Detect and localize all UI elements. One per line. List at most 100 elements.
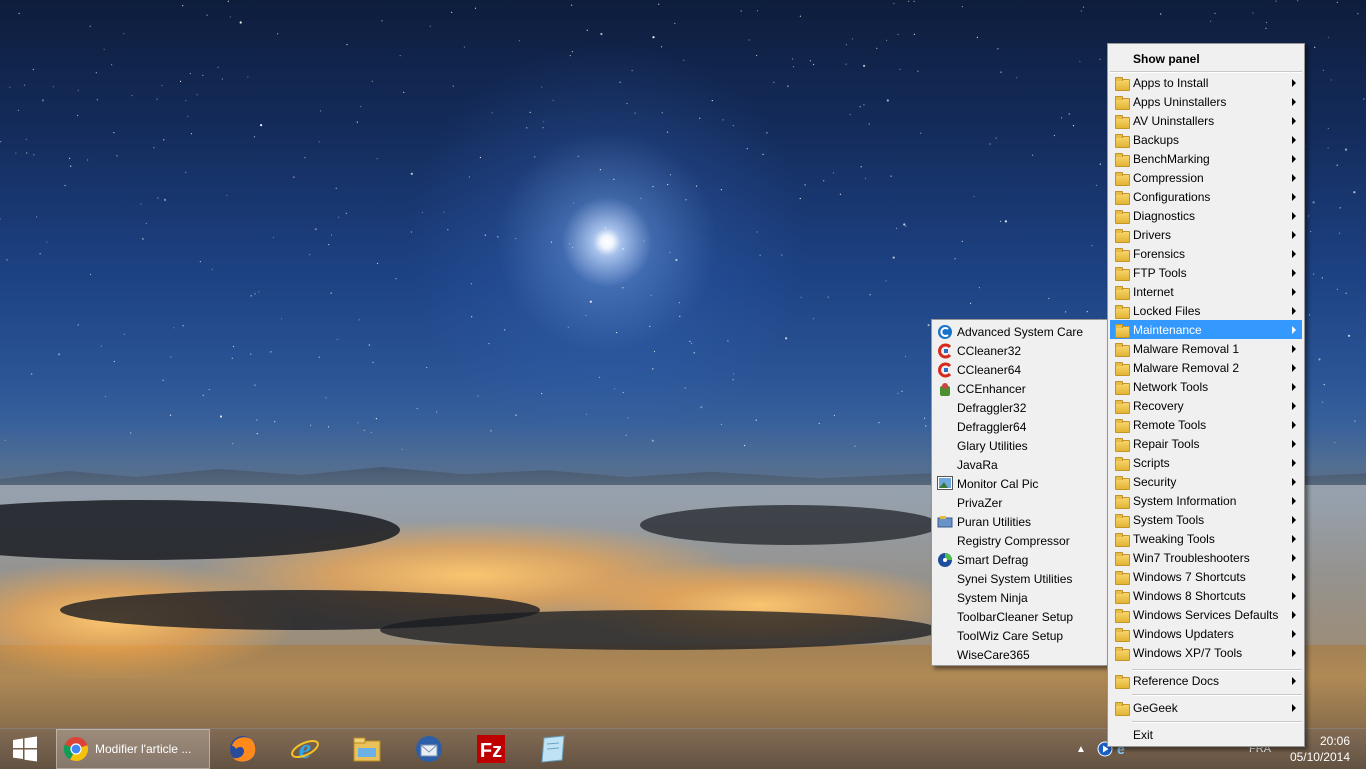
submenu-item-ccenhancer[interactable]: CCEnhancer xyxy=(934,379,1107,398)
menu-item-scripts[interactable]: Scripts xyxy=(1110,453,1302,472)
folder-icon xyxy=(1113,550,1130,566)
start-button[interactable] xyxy=(0,729,50,769)
menu-item-system-information[interactable]: System Information xyxy=(1110,491,1302,510)
submenu-item-smart-defrag[interactable]: Smart Defrag xyxy=(934,550,1107,569)
menu-item-label: GeGeek xyxy=(1133,701,1178,715)
taskbar-filezilla[interactable]: Fz xyxy=(472,729,510,769)
submenu-item-ccleaner64[interactable]: CCleaner64 xyxy=(934,360,1107,379)
menu-item-diagnostics[interactable]: Diagnostics xyxy=(1110,206,1302,225)
menu-item-win7-troubleshooters[interactable]: Win7 Troubleshooters xyxy=(1110,548,1302,567)
submenu-arrow-icon xyxy=(1292,250,1296,258)
submenu-item-system-ninja[interactable]: System Ninja xyxy=(934,588,1107,607)
menu-item-network-tools[interactable]: Network Tools xyxy=(1110,377,1302,396)
taskbar-chrome-window[interactable]: Modifier l'article ... xyxy=(56,729,210,769)
menu-item-apps-uninstallers[interactable]: Apps Uninstallers xyxy=(1110,92,1302,111)
submenu-item-monitor-cal-pic[interactable]: Monitor Cal Pic xyxy=(934,474,1107,493)
menu-item-configurations[interactable]: Configurations xyxy=(1110,187,1302,206)
folder-icon xyxy=(1113,512,1130,528)
submenu-item-label: CCleaner64 xyxy=(957,363,1022,377)
smart-defrag-icon xyxy=(937,552,953,567)
folder-icon xyxy=(1113,132,1130,148)
menu-item-apps-to-install[interactable]: Apps to Install xyxy=(1110,73,1302,92)
menu-item-label: AV Uninstallers xyxy=(1133,114,1215,128)
menu-item-gegeek[interactable]: GeGeek xyxy=(1110,698,1302,717)
submenu-item-registry-compressor[interactable]: Registry Compressor xyxy=(934,531,1107,550)
menu-item-recovery[interactable]: Recovery xyxy=(1110,396,1302,415)
hill xyxy=(380,610,940,650)
menu-item-windows-updaters[interactable]: Windows Updaters xyxy=(1110,624,1302,643)
menu-item-label: Scripts xyxy=(1133,456,1170,470)
submenu-item-privazer[interactable]: PrivaZer xyxy=(934,493,1107,512)
chevron-up-icon: ▲ xyxy=(1076,743,1086,755)
menu-item-label: Apps to Install xyxy=(1133,76,1209,90)
submenu-item-label: Smart Defrag xyxy=(957,553,1029,567)
menu-item-windows-xp-7-tools[interactable]: Windows XP/7 Tools xyxy=(1110,643,1302,662)
taskbar-internet-explorer[interactable]: e xyxy=(286,729,324,769)
menu-item-windows-7-shortcuts[interactable]: Windows 7 Shortcuts xyxy=(1110,567,1302,586)
menu-item-tweaking-tools[interactable]: Tweaking Tools xyxy=(1110,529,1302,548)
menu-item-backups[interactable]: Backups xyxy=(1110,130,1302,149)
svg-text:Fz: Fz xyxy=(480,740,502,762)
submenu-item-javara[interactable]: JavaRa xyxy=(934,455,1107,474)
taskbar-file-explorer[interactable] xyxy=(348,729,386,769)
menu-item-remote-tools[interactable]: Remote Tools xyxy=(1110,415,1302,434)
submenu-item-wisecare365[interactable]: WiseCare365 xyxy=(934,645,1107,664)
submenu-item-glary-utilities[interactable]: Glary Utilities xyxy=(934,436,1107,455)
menu-item-compression[interactable]: Compression xyxy=(1110,168,1302,187)
menu-item-label: Backups xyxy=(1133,133,1180,147)
submenu-arrow-icon xyxy=(1292,704,1296,712)
menu-item-av-uninstallers[interactable]: AV Uninstallers xyxy=(1110,111,1302,130)
menu-item-windows-services-defaults[interactable]: Windows Services Defaults xyxy=(1110,605,1302,624)
submenu-item-label: ToolbarCleaner Setup xyxy=(957,610,1074,624)
menu-item-benchmarking[interactable]: BenchMarking xyxy=(1110,149,1302,168)
show-panel-item[interactable]: Show panel xyxy=(1110,47,1302,69)
taskbar-notepad[interactable] xyxy=(534,729,572,769)
submenu-item-ccleaner32[interactable]: CCleaner32 xyxy=(934,341,1107,360)
submenu-item-toolbarcleaner-setup[interactable]: ToolbarCleaner Setup xyxy=(934,607,1107,626)
menu-item-security[interactable]: Security xyxy=(1110,472,1302,491)
submenu-item-advanced-system-care[interactable]: Advanced System Care xyxy=(934,322,1107,341)
menu-item-label: BenchMarking xyxy=(1133,152,1210,166)
submenu-item-defraggler32[interactable]: Defraggler32 xyxy=(934,398,1107,417)
submenu-arrow-icon xyxy=(1292,421,1296,429)
menu-item-malware-removal-1[interactable]: Malware Removal 1 xyxy=(1110,339,1302,358)
menu-item-drivers[interactable]: Drivers xyxy=(1110,225,1302,244)
menu-item-label: Recovery xyxy=(1133,399,1184,413)
menu-item-forensics[interactable]: Forensics xyxy=(1110,244,1302,263)
notepad-icon xyxy=(541,735,565,763)
submenu-item-toolwiz-care-setup[interactable]: ToolWiz Care Setup xyxy=(934,626,1107,645)
menu-item-exit[interactable]: Exit xyxy=(1110,725,1302,744)
submenu-item-synei-system-utilities[interactable]: Synei System Utilities xyxy=(934,569,1107,588)
folder-icon xyxy=(1113,493,1130,509)
menu-item-reference-docs[interactable]: Reference Docs xyxy=(1110,671,1302,690)
submenu-arrow-icon xyxy=(1292,497,1296,505)
submenu-item-puran-utilities[interactable]: Puran Utilities xyxy=(934,512,1107,531)
menu-item-maintenance[interactable]: Maintenance xyxy=(1110,320,1302,339)
menu-item-windows-8-shortcuts[interactable]: Windows 8 Shortcuts xyxy=(1110,586,1302,605)
hill xyxy=(640,505,940,545)
menu-item-ftp-tools[interactable]: FTP Tools xyxy=(1110,263,1302,282)
folder-icon xyxy=(1113,94,1130,110)
menu-item-locked-files[interactable]: Locked Files xyxy=(1110,301,1302,320)
taskbar-firefox[interactable] xyxy=(224,729,262,769)
submenu-arrow-icon xyxy=(1292,440,1296,448)
submenu-item-label: Defraggler32 xyxy=(957,401,1027,415)
menu-item-repair-tools[interactable]: Repair Tools xyxy=(1110,434,1302,453)
tray-show-hidden-icons[interactable]: ▲ xyxy=(1076,729,1086,769)
submenu-item-label: Registry Compressor xyxy=(957,534,1070,548)
submenu-arrow-icon xyxy=(1292,573,1296,581)
menu-item-label: Win7 Troubleshooters xyxy=(1133,551,1250,565)
folder-icon xyxy=(1113,284,1130,300)
submenu-item-label: WiseCare365 xyxy=(957,648,1030,662)
menu-item-label: Windows Updaters xyxy=(1133,627,1234,641)
folder-icon xyxy=(1113,151,1130,167)
menu-item-label: Compression xyxy=(1133,171,1204,185)
folder-icon xyxy=(1113,322,1130,338)
taskbar-thunderbird[interactable] xyxy=(410,729,448,769)
menu-item-malware-removal-2[interactable]: Malware Removal 2 xyxy=(1110,358,1302,377)
submenu-item-defraggler64[interactable]: Defraggler64 xyxy=(934,417,1107,436)
menu-item-system-tools[interactable]: System Tools xyxy=(1110,510,1302,529)
folder-icon xyxy=(1113,265,1130,281)
menu-item-internet[interactable]: Internet xyxy=(1110,282,1302,301)
puran-icon xyxy=(937,514,953,529)
